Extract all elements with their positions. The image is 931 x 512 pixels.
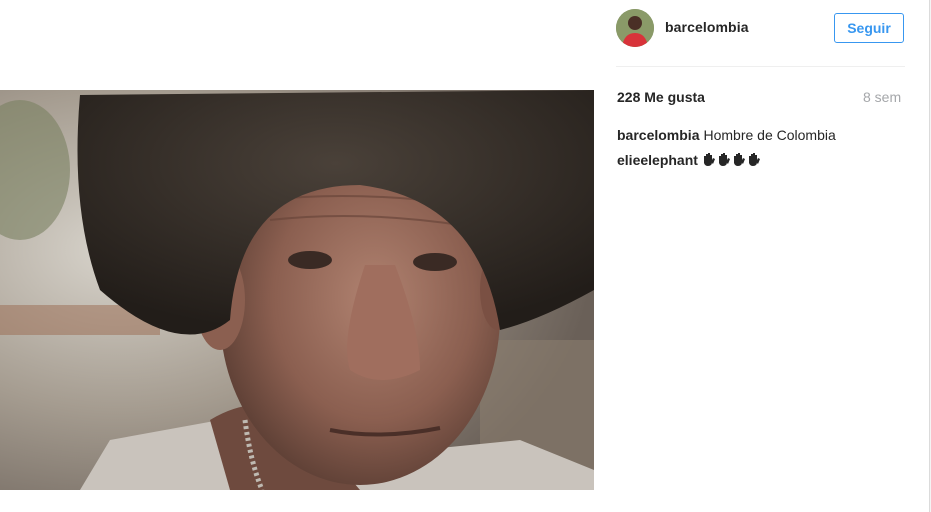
avatar-photo-icon — [616, 9, 654, 47]
comment: elieelephant — [617, 152, 765, 170]
raised-hands-emoji-icon — [703, 153, 765, 170]
portrait-photo-icon — [0, 90, 594, 490]
post-time[interactable]: 8 sem — [863, 89, 901, 105]
caption: barcelombia Hombre de Colombia — [617, 127, 836, 143]
post-header: barcelombia Seguir — [616, 9, 905, 49]
comment-username[interactable]: barcelombia — [617, 127, 699, 143]
header-divider — [616, 66, 905, 67]
follow-button[interactable]: Seguir — [834, 13, 904, 43]
post-photo[interactable] — [0, 90, 594, 490]
avatar[interactable] — [616, 9, 654, 47]
author-username[interactable]: barcelombia — [665, 19, 749, 35]
comment-text: Hombre de Colombia — [703, 127, 836, 143]
comment-username[interactable]: elieelephant — [617, 152, 698, 168]
likes-count[interactable]: 228 Me gusta — [617, 89, 705, 105]
